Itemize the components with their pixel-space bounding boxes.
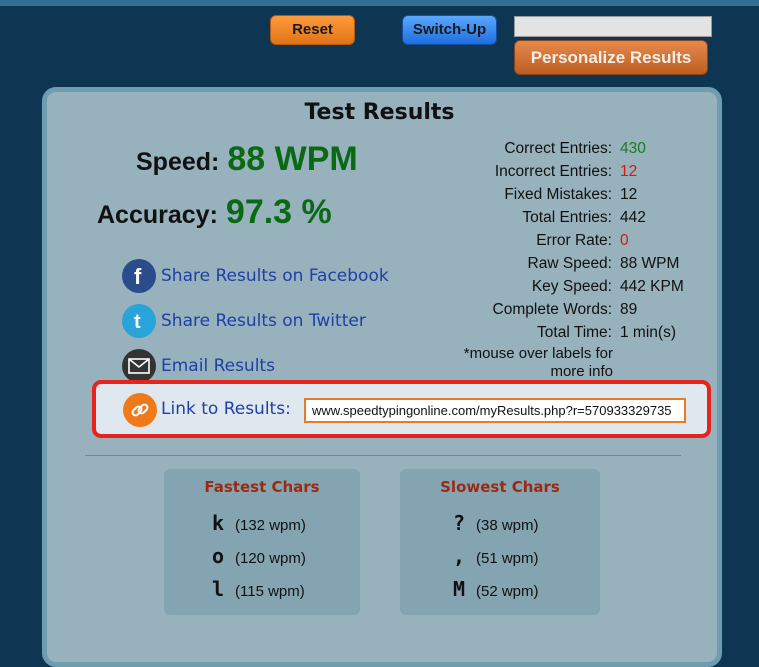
stat-label[interactable]: Total Time: bbox=[440, 321, 612, 344]
page-title: Test Results bbox=[304, 100, 455, 125]
stat-row: Incorrect Entries: 12 bbox=[440, 160, 700, 183]
stat-value: 88 WPM bbox=[620, 255, 680, 272]
speed-label: Speed: bbox=[136, 148, 220, 176]
email-results-link[interactable]: Email Results bbox=[122, 348, 275, 384]
personalize-results-button[interactable]: Personalize Results bbox=[514, 40, 708, 75]
stat-row: Total Time: 1 min(s) bbox=[440, 321, 700, 344]
stat-row: Complete Words: 89 bbox=[440, 298, 700, 321]
char-wpm: (115 wpm) bbox=[235, 583, 305, 600]
svg-text:f: f bbox=[134, 265, 142, 287]
results-link-input[interactable]: www.speedtypingonline.com/myResults.php?… bbox=[304, 398, 686, 423]
char-wpm: (132 wpm) bbox=[235, 517, 306, 534]
char-glyph: l bbox=[212, 577, 225, 601]
char-wpm: (52 wpm) bbox=[476, 583, 539, 600]
stat-value: 0 bbox=[620, 232, 629, 249]
char-glyph: M bbox=[453, 577, 466, 601]
list-item: ? (38 wpm) bbox=[453, 511, 539, 535]
stat-label[interactable]: Key Speed: bbox=[440, 275, 612, 298]
stat-value: 442 KPM bbox=[620, 278, 684, 295]
share-facebook-label: Share Results on Facebook bbox=[161, 266, 389, 286]
accuracy-row: Accuracy: 97.3 % bbox=[97, 193, 332, 232]
link-icon bbox=[123, 393, 157, 427]
stat-value: 89 bbox=[620, 301, 638, 318]
facebook-icon: f bbox=[122, 259, 156, 293]
char-glyph: ? bbox=[453, 511, 466, 535]
char-glyph: o bbox=[212, 544, 225, 568]
stat-value: 12 bbox=[620, 163, 638, 180]
accuracy-value: 97.3 % bbox=[225, 193, 332, 231]
stat-row: Key Speed: 442 KPM bbox=[440, 275, 700, 298]
speed-row: Speed: 88 WPM bbox=[136, 140, 358, 179]
list-item: , (51 wpm) bbox=[453, 544, 539, 568]
list-item: o (120 wpm) bbox=[212, 544, 306, 568]
stat-label[interactable]: Incorrect Entries: bbox=[440, 160, 612, 183]
email-icon bbox=[122, 349, 156, 383]
fastest-chars-title: Fastest Chars bbox=[204, 478, 320, 496]
stat-row: Error Rate: 0 bbox=[440, 229, 700, 252]
list-item: k (132 wpm) bbox=[212, 511, 306, 535]
personalize-input[interactable] bbox=[514, 16, 712, 37]
link-to-results-label: Link to Results: bbox=[161, 399, 291, 419]
svg-text:t: t bbox=[134, 311, 141, 332]
stat-value: 442 bbox=[620, 209, 646, 226]
char-wpm: (38 wpm) bbox=[476, 517, 539, 534]
char-glyph: k bbox=[212, 511, 225, 535]
email-results-label: Email Results bbox=[161, 356, 275, 376]
stat-row: Total Entries: 442 bbox=[440, 206, 700, 229]
list-item: l (115 wpm) bbox=[212, 577, 305, 601]
stat-value: 430 bbox=[620, 140, 646, 157]
char-wpm: (51 wpm) bbox=[476, 550, 539, 567]
twitter-icon: t bbox=[122, 304, 156, 338]
share-facebook-link[interactable]: f Share Results on Facebook bbox=[122, 258, 389, 294]
stat-label[interactable]: Complete Words: bbox=[440, 298, 612, 321]
divider bbox=[85, 455, 681, 456]
stat-label[interactable]: Correct Entries: bbox=[440, 137, 612, 160]
mouseover-note: *mouse over labels for more info bbox=[463, 345, 613, 380]
stat-row: Raw Speed: 88 WPM bbox=[440, 252, 700, 275]
accuracy-label: Accuracy: bbox=[97, 201, 218, 229]
stat-value: 1 min(s) bbox=[620, 324, 676, 341]
stats-list: Correct Entries: 430 Incorrect Entries: 12… bbox=[440, 137, 700, 344]
char-wpm: (120 wpm) bbox=[235, 550, 306, 567]
share-twitter-link[interactable]: t Share Results on Twitter bbox=[122, 303, 366, 339]
stat-label[interactable]: Fixed Mistakes: bbox=[440, 183, 612, 206]
stat-row: Fixed Mistakes: 12 bbox=[440, 183, 700, 206]
reset-button[interactable]: Reset bbox=[270, 15, 355, 45]
char-glyph: , bbox=[453, 544, 466, 568]
slowest-chars-title: Slowest Chars bbox=[440, 478, 560, 496]
stat-label[interactable]: Raw Speed: bbox=[440, 252, 612, 275]
speed-value: 88 WPM bbox=[227, 140, 358, 178]
list-item: M (52 wpm) bbox=[453, 577, 539, 601]
stat-row: Correct Entries: 430 bbox=[440, 137, 700, 160]
share-twitter-label: Share Results on Twitter bbox=[161, 311, 366, 331]
stat-value: 12 bbox=[620, 186, 638, 203]
stat-label[interactable]: Error Rate: bbox=[440, 229, 612, 252]
switch-up-button[interactable]: Switch-Up bbox=[402, 15, 497, 45]
stat-label[interactable]: Total Entries: bbox=[440, 206, 612, 229]
top-strip bbox=[0, 0, 759, 6]
